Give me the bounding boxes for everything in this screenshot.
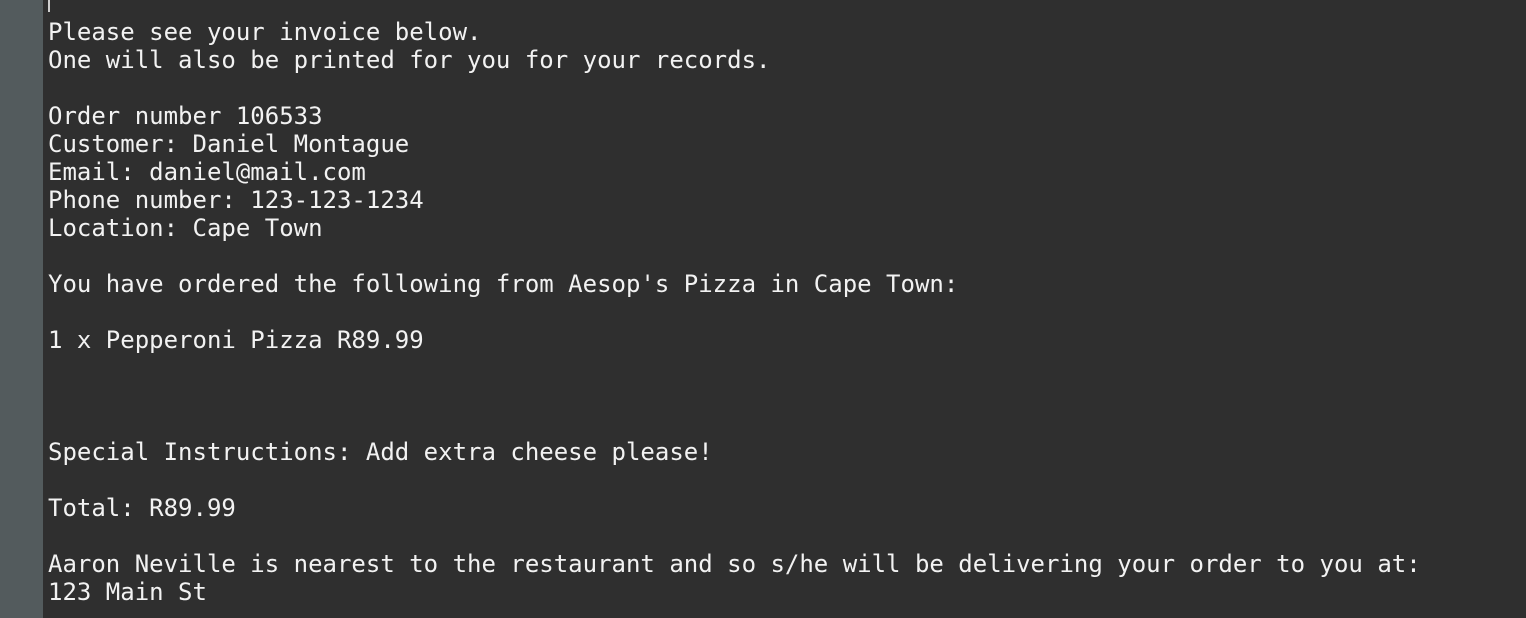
- output-line-order-number: Order number 106533: [48, 102, 323, 130]
- output-line-total: Total: R89.99: [48, 494, 236, 522]
- terminal-output[interactable]: [43, 0, 1526, 618]
- output-line-order-heading: You have ordered the following from Aeso…: [48, 270, 959, 298]
- output-line-address: 123 Main St: [48, 578, 207, 606]
- output-line-delivery: Aaron Neville is nearest to the restaura…: [48, 550, 1421, 578]
- output-line-customer: Customer: Daniel Montague: [48, 130, 410, 158]
- output-line-invoice-intro: Please see your invoice below.: [48, 18, 482, 46]
- output-line-location: Location: Cape Town: [48, 214, 323, 242]
- output-line-order-item: 1 x Pepperoni Pizza R89.99: [48, 326, 424, 354]
- output-line-special-instructions: Special Instructions: Add extra cheese p…: [48, 438, 713, 466]
- output-line-print-notice: One will also be printed for you for you…: [48, 46, 771, 74]
- output-line-email: Email: daniel@mail.com: [48, 158, 366, 186]
- output-line-phone: Phone number: 123-123-1234: [48, 186, 424, 214]
- text-cursor: [48, 0, 50, 12]
- editor-gutter: [0, 0, 43, 618]
